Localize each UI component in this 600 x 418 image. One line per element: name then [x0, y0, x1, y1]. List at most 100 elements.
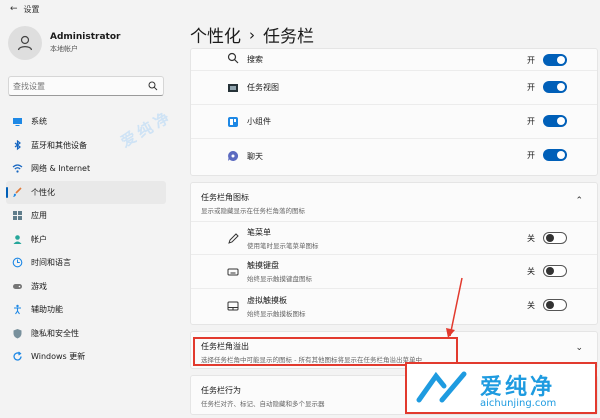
sidebar-item-label: 辅助功能: [31, 305, 63, 315]
toggle-group: 开: [527, 115, 567, 127]
section-description: 显示或隐藏显示在任务栏角落的图标: [201, 207, 305, 215]
toggle-group: 开: [527, 81, 567, 93]
sidebar-item-personalization[interactable]: 个性化: [6, 180, 166, 204]
corner-icons-header[interactable]: 任务栏角图标 显示或隐藏显示在任务栏角落的图标 ⌃: [191, 183, 597, 221]
breadcrumb: 个性化 › 任务栏: [190, 22, 314, 48]
toggle-state: 关: [527, 300, 535, 310]
search-icon: [227, 52, 239, 64]
sidebar-item-gaming[interactable]: 游戏: [6, 275, 166, 299]
item-label: 搜索: [247, 55, 263, 64]
sidebar-item-windows-update[interactable]: Windows 更新: [6, 345, 166, 369]
update-icon: [12, 351, 23, 362]
search-icon: [148, 81, 158, 91]
pen-menu-toggle[interactable]: [543, 232, 567, 244]
corner-item-touch-keyboard: 触摸键盘 始终显示触摸键盘图标 关: [191, 255, 597, 289]
shield-icon: [12, 328, 23, 339]
taskbar-items-card: 搜索 开 任务视图 开 小组件 开 聊天 开: [190, 48, 598, 176]
corner-item-virtual-touchpad: 虚拟触摸板 始终显示触摸板图标 关: [191, 289, 597, 323]
item-description: 使用笔时显示笔菜单图标: [247, 241, 319, 250]
toggle-state: 关: [527, 233, 535, 243]
toggle-group: 关: [527, 299, 567, 311]
toggle-state: 关: [527, 266, 535, 276]
chevron-up-icon[interactable]: ⌃: [575, 196, 583, 206]
person-icon: [12, 234, 23, 245]
item-description: 始终显示触摸板图标: [247, 309, 306, 318]
corner-item-pen-menu: 笔菜单 使用笔时显示笔菜单图标 关: [191, 221, 597, 255]
sidebar-item-time-language[interactable]: 时间和语言: [6, 251, 166, 275]
sidebar-item-label: 应用: [31, 211, 47, 221]
sidebar: Administrator 本地帐户 系统 蓝牙和其他设备 网络 &: [0, 18, 175, 418]
taskbar-item-widgets: 小组件 开: [191, 105, 597, 139]
sidebar-item-accessibility[interactable]: 辅助功能: [6, 298, 166, 322]
sidebar-item-label: Windows 更新: [31, 352, 86, 362]
chat-toggle[interactable]: [543, 149, 567, 161]
monitor-icon: [12, 116, 23, 127]
sidebar-item-network[interactable]: 网络 & Internet: [6, 157, 166, 181]
corner-icons-card: 任务栏角图标 显示或隐藏显示在任务栏角落的图标 ⌃ 笔菜单 使用笔时显示笔菜单图…: [190, 182, 598, 325]
touch-keyboard-toggle[interactable]: [543, 265, 567, 277]
search-box[interactable]: [8, 76, 164, 96]
person-avatar-icon: [17, 35, 33, 51]
breadcrumb-parent[interactable]: 个性化: [190, 22, 241, 47]
taskbar-item-chat: 聊天 开: [191, 139, 597, 173]
item-label: 任务视图: [247, 83, 279, 92]
section-title: 任务栏角图标: [201, 193, 249, 202]
toggle-state: 开: [527, 116, 535, 126]
toggle-group: 关: [527, 265, 567, 277]
watermark-url: aichunjing.com: [480, 398, 557, 409]
chevron-down-icon[interactable]: ⌄: [575, 343, 583, 353]
profile-name: Administrator: [50, 32, 121, 42]
toggle-group: 开: [527, 54, 567, 66]
taskbar-item-task-view: 任务视图 开: [191, 71, 597, 105]
apps-icon: [12, 210, 23, 221]
touchpad-icon: [227, 300, 239, 312]
sidebar-item-label: 隐私和安全性: [31, 328, 79, 338]
sidebar-item-label: 游戏: [31, 281, 47, 291]
item-description: 始终显示触摸键盘图标: [247, 275, 312, 283]
sidebar-item-accounts[interactable]: 帐户: [6, 228, 166, 252]
sidebar-item-apps[interactable]: 应用: [6, 204, 166, 228]
sidebar-item-label: 帐户: [31, 234, 47, 244]
back-arrow-icon[interactable]: ←: [10, 4, 18, 14]
window-title: 设置: [23, 4, 40, 14]
brush-icon: [12, 187, 23, 198]
page-title: 任务栏: [263, 27, 314, 47]
accessibility-icon: [12, 304, 23, 315]
item-label: 虚拟触摸板: [247, 295, 287, 305]
item-label: 小组件: [247, 117, 271, 126]
toggle-state: 开: [527, 82, 535, 92]
toggle-state: 开: [527, 55, 535, 65]
watermark-logo: [416, 371, 467, 403]
profile[interactable]: Administrator 本地帐户: [8, 26, 120, 60]
watermark-name: 爱纯净: [480, 375, 556, 400]
widgets-toggle[interactable]: [543, 115, 567, 127]
sidebar-item-label: 个性化: [31, 187, 55, 197]
globe-clock-icon: [12, 257, 23, 268]
taskbar-item-search: 搜索 开: [191, 49, 597, 71]
toggle-group: 关: [527, 232, 567, 244]
search-input[interactable]: [13, 81, 143, 91]
widgets-icon: [227, 116, 239, 128]
search-toggle[interactable]: [543, 54, 567, 66]
profile-account-type: 本地帐户: [50, 45, 78, 53]
chat-icon: [227, 150, 239, 162]
title-bar: ← 设置: [0, 0, 600, 18]
pen-icon: [227, 233, 239, 245]
toggle-state: 开: [527, 150, 535, 160]
sidebar-nav: 系统 蓝牙和其他设备 网络 & Internet 个性化 应用 帐户 时间和语言…: [6, 110, 166, 369]
bluetooth-icon: [12, 139, 23, 151]
item-label: 笔菜单: [247, 227, 271, 237]
gamepad-icon: [12, 281, 23, 292]
sidebar-item-privacy[interactable]: 隐私和安全性: [6, 322, 166, 346]
task-view-toggle[interactable]: [543, 81, 567, 93]
sidebar-item-label: 系统: [31, 117, 47, 127]
item-label: 聊天: [247, 151, 263, 161]
breadcrumb-separator: ›: [249, 25, 255, 44]
toggle-group: 开: [527, 149, 567, 161]
sidebar-item-label: 网络 & Internet: [31, 164, 91, 174]
sidebar-item-label: 蓝牙和其他设备: [31, 140, 87, 150]
sidebar-item-label: 时间和语言: [31, 258, 71, 268]
task-view-icon: [227, 82, 239, 94]
virtual-touchpad-toggle[interactable]: [543, 299, 567, 311]
item-label: 触摸键盘: [247, 261, 279, 270]
